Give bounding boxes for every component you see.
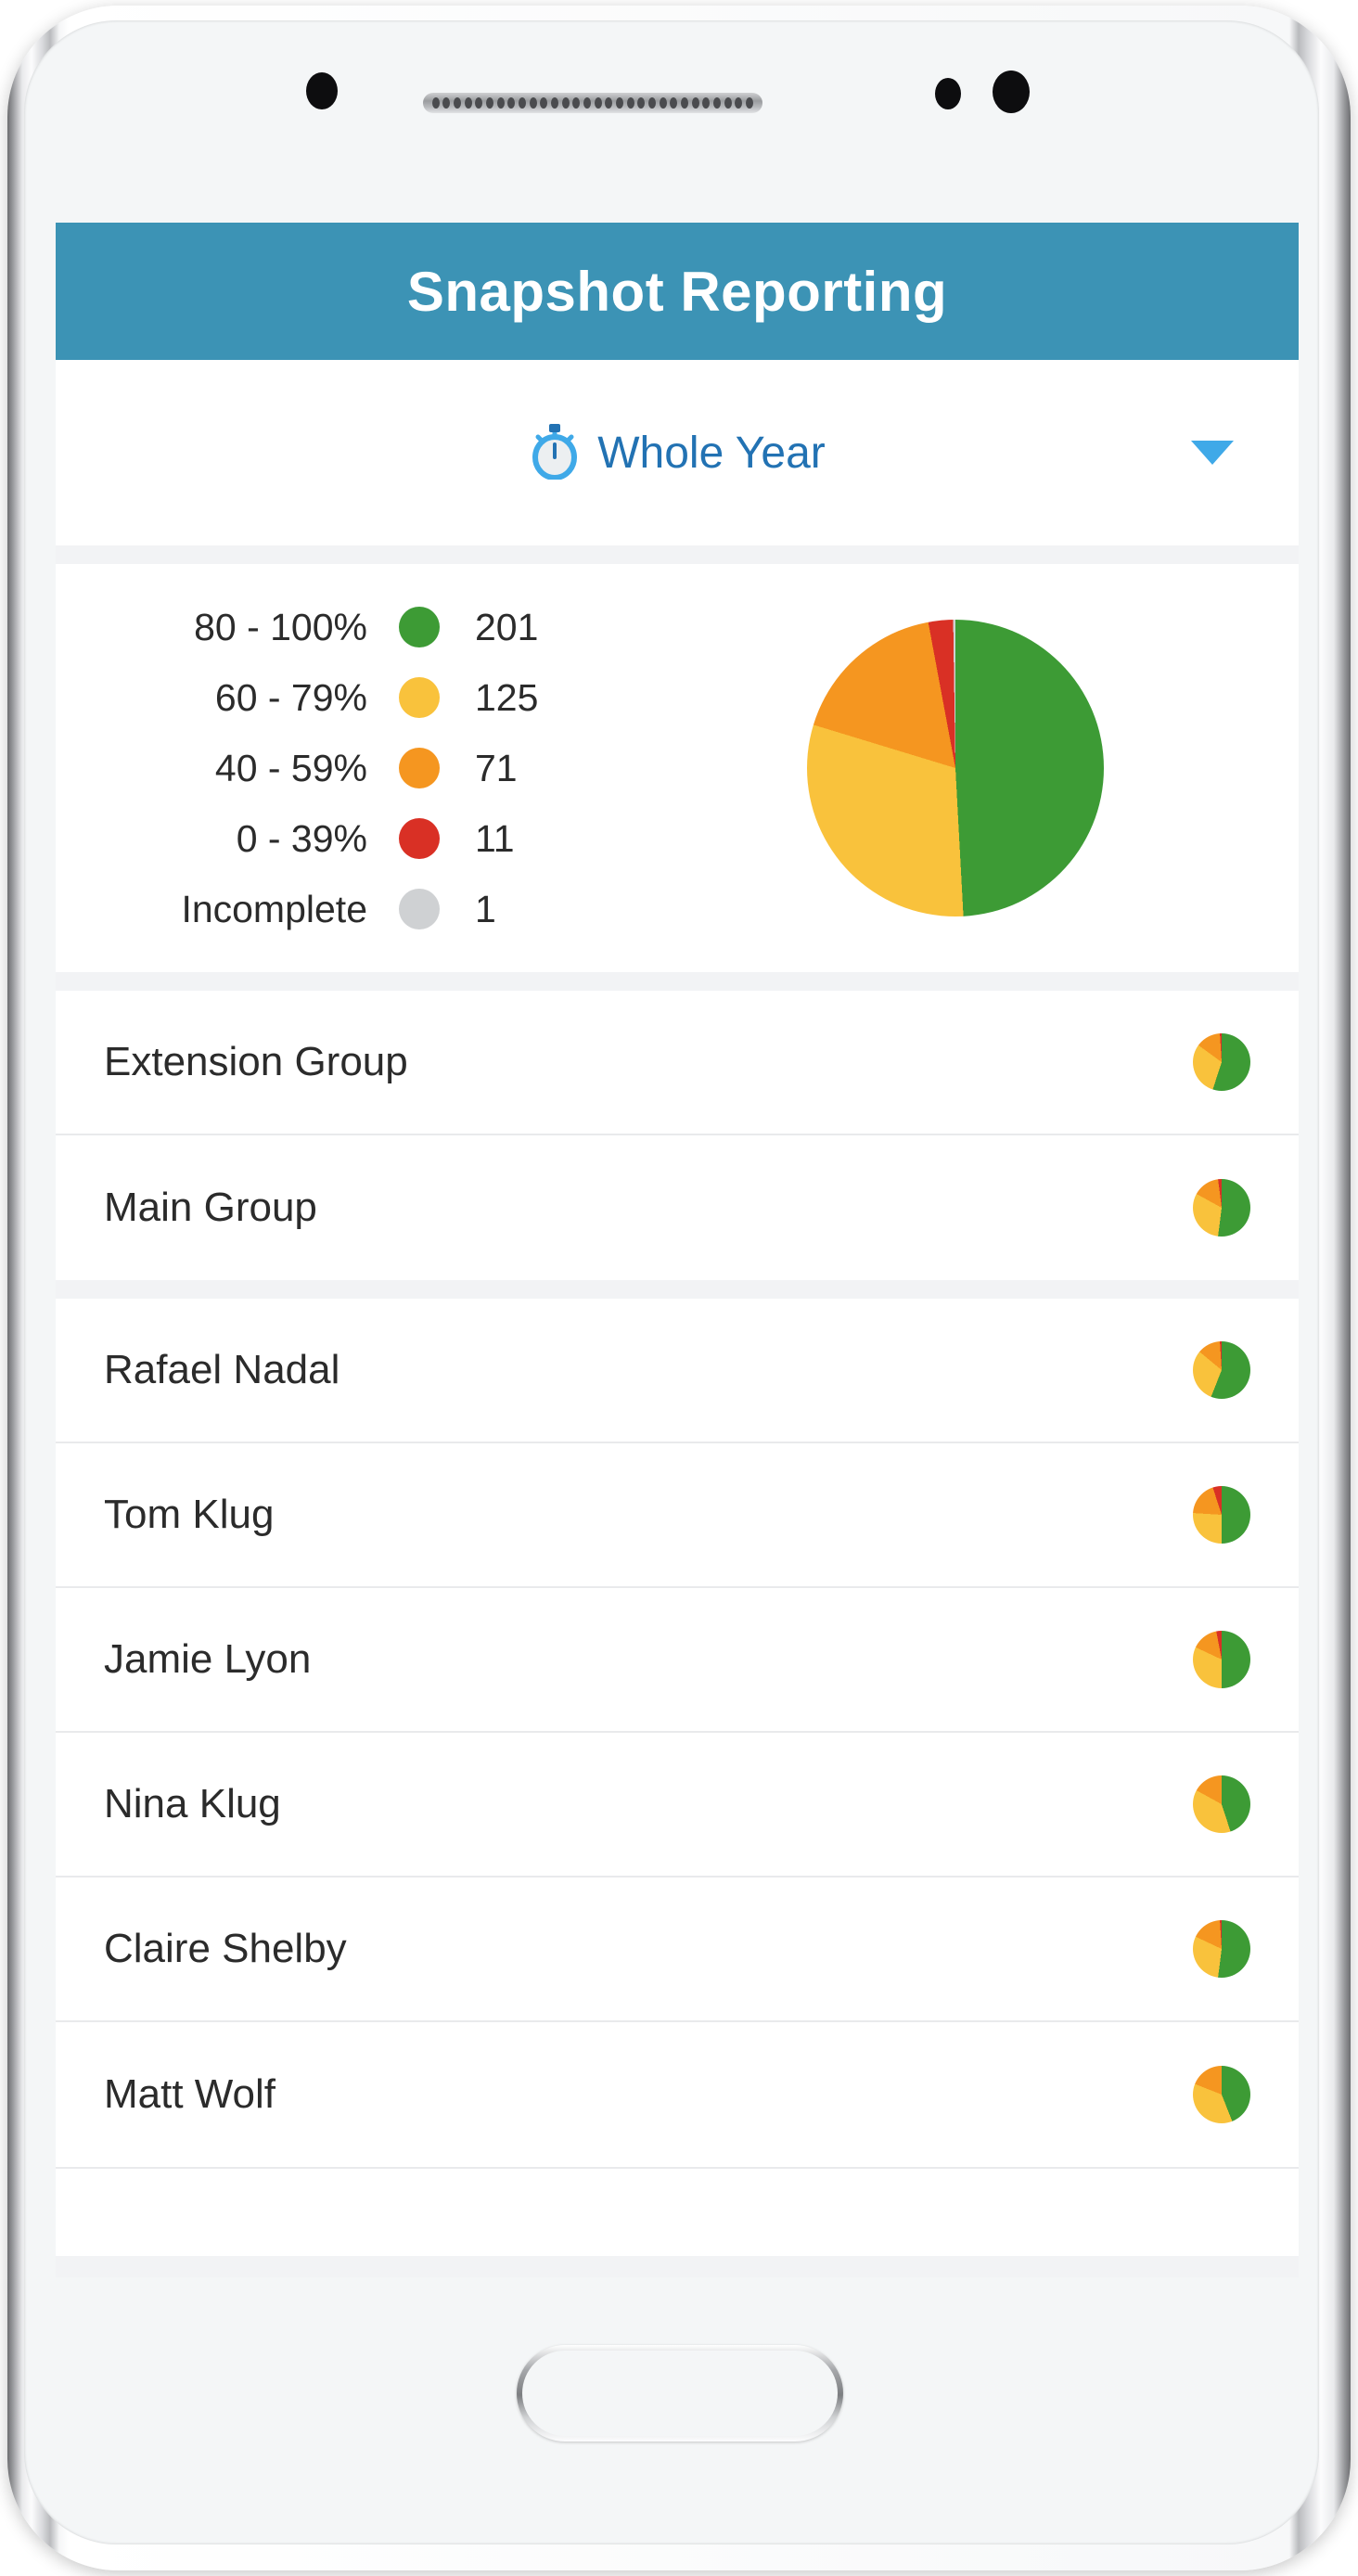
period-selector-content: Whole Year xyxy=(529,422,826,484)
page-title: Snapshot Reporting xyxy=(406,260,948,323)
sensor-icon xyxy=(993,70,1030,113)
legend-color-dot-icon xyxy=(399,677,440,718)
legend-count-value: 11 xyxy=(475,816,515,860)
mini-pie-chart xyxy=(1193,1631,1250,1688)
period-selector[interactable]: Whole Year xyxy=(56,360,1299,545)
phone-mockup: Snapshot Reporting Whole Year 80 - 100% … xyxy=(0,0,1358,2576)
list-item-label: Main Group xyxy=(104,1185,317,1230)
legend-color-dot-icon xyxy=(399,748,440,788)
list-item[interactable]: Extension Group xyxy=(56,991,1299,1135)
list-item-label: Tom Klug xyxy=(104,1492,275,1537)
legend: 80 - 100% 201 60 - 79% 125 40 - 59% 71 0 - 39%… xyxy=(93,602,649,934)
home-button[interactable] xyxy=(517,2345,843,2441)
group-list: Extension Group Main Group xyxy=(56,991,1299,1280)
mini-pie-chart xyxy=(1193,1033,1250,1091)
section-divider xyxy=(56,972,1299,991)
list-item-label: Matt Wolf xyxy=(104,2071,276,2117)
legend-row: 0 - 39% 11 xyxy=(130,814,649,864)
list-item[interactable]: Main Group xyxy=(56,1135,1299,1280)
legend-range-label: Incomplete xyxy=(181,887,367,930)
sensor-icon xyxy=(935,78,961,109)
legend-row: Incomplete 1 xyxy=(130,884,649,934)
summary-pie-chart xyxy=(807,620,1104,916)
legend-row: 40 - 59% 71 xyxy=(130,743,649,793)
mini-pie-chart xyxy=(1193,1179,1250,1237)
section-divider xyxy=(56,545,1299,564)
mini-pie-chart xyxy=(1193,1341,1250,1399)
legend-range-label: 40 - 59% xyxy=(214,746,367,789)
stopwatch-icon xyxy=(529,422,581,484)
legend-count-value: 1 xyxy=(475,887,496,930)
phone-screen: Snapshot Reporting Whole Year 80 - 100% … xyxy=(56,223,1299,2277)
chevron-down-icon[interactable] xyxy=(1191,441,1234,465)
legend-row: 80 - 100% 201 xyxy=(130,602,649,652)
pie-chart-container xyxy=(649,620,1262,916)
legend-range-label: 0 - 39% xyxy=(236,816,367,860)
legend-row: 60 - 79% 125 xyxy=(130,673,649,723)
list-item[interactable]: Jamie Lyon xyxy=(56,1588,1299,1733)
people-list: Rafael Nadal Tom Klug Jamie Lyon Nina Klug C… xyxy=(56,1299,1299,2167)
mini-pie-chart xyxy=(1193,1775,1250,1833)
legend-count-value: 125 xyxy=(475,675,539,719)
legend-range-label: 60 - 79% xyxy=(214,675,367,719)
list-item[interactable]: Nina Klug xyxy=(56,1733,1299,1878)
list-item-label: Jamie Lyon xyxy=(104,1636,312,1682)
app-header: Snapshot Reporting xyxy=(56,223,1299,360)
legend-color-dot-icon xyxy=(399,607,440,647)
list-item-label: Rafael Nadal xyxy=(104,1347,340,1392)
summary-card: 80 - 100% 201 60 - 79% 125 40 - 59% 71 0 - 39%… xyxy=(56,564,1299,972)
legend-count-value: 201 xyxy=(475,605,539,648)
mini-pie-chart xyxy=(1193,1920,1250,1978)
list-item[interactable]: Tom Klug xyxy=(56,1443,1299,1588)
list-item[interactable]: Matt Wolf xyxy=(56,2022,1299,2167)
legend-color-dot-icon xyxy=(399,818,440,859)
legend-count-value: 71 xyxy=(475,746,518,789)
legend-range-label: 80 - 100% xyxy=(194,605,367,648)
list-item[interactable]: Claire Shelby xyxy=(56,1878,1299,2022)
camera-icon xyxy=(306,72,338,109)
list-item[interactable]: Rafael Nadal xyxy=(56,1299,1299,1443)
mini-pie-chart xyxy=(1193,2066,1250,2123)
period-selector-label: Whole Year xyxy=(597,428,826,478)
list-footer-spacer xyxy=(56,2167,1299,2256)
legend-color-dot-icon xyxy=(399,889,440,929)
list-item-label: Extension Group xyxy=(104,1039,408,1084)
section-divider xyxy=(56,1280,1299,1299)
mini-pie-chart xyxy=(1193,1486,1250,1544)
speaker-grille-icon xyxy=(423,93,762,113)
list-item-label: Claire Shelby xyxy=(104,1926,347,1971)
list-item-label: Nina Klug xyxy=(104,1781,281,1826)
